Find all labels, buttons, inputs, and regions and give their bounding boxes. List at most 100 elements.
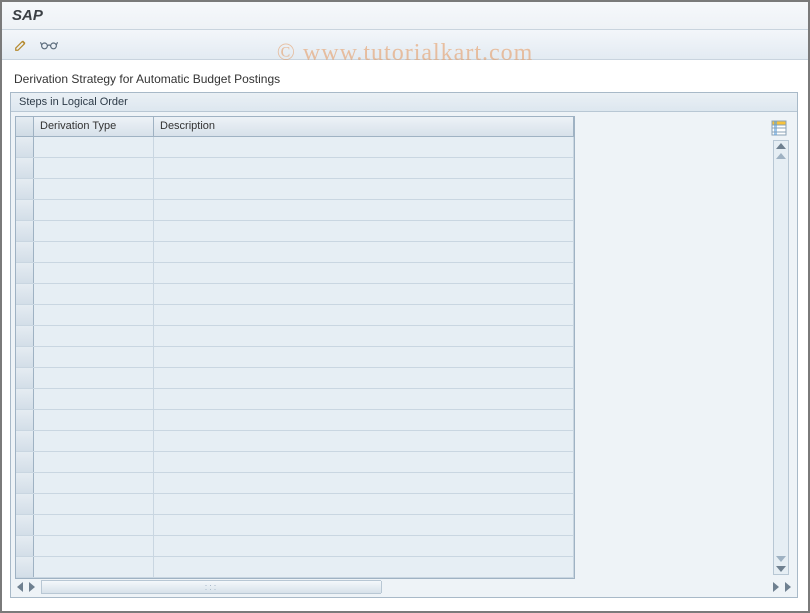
scroll-prev-icon[interactable]: [29, 582, 35, 592]
cell-description[interactable]: [154, 221, 574, 241]
cell-derivation-type[interactable]: [34, 137, 154, 157]
cell-description[interactable]: [154, 347, 574, 367]
cell-derivation-type[interactable]: [34, 368, 154, 388]
table-row[interactable]: [16, 452, 574, 473]
cell-description[interactable]: [154, 305, 574, 325]
cell-description[interactable]: [154, 410, 574, 430]
scroll-page-up-icon[interactable]: [776, 153, 786, 159]
row-selector[interactable]: [16, 242, 34, 262]
table-row[interactable]: [16, 179, 574, 200]
row-selector[interactable]: [16, 389, 34, 409]
cell-description[interactable]: [154, 242, 574, 262]
row-selector[interactable]: [16, 326, 34, 346]
cell-derivation-type[interactable]: [34, 410, 154, 430]
cell-description[interactable]: [154, 179, 574, 199]
cell-description[interactable]: [154, 326, 574, 346]
row-selector[interactable]: [16, 137, 34, 157]
table-row[interactable]: [16, 326, 574, 347]
cell-description[interactable]: [154, 284, 574, 304]
cell-derivation-type[interactable]: [34, 515, 154, 535]
table-row[interactable]: [16, 410, 574, 431]
row-selector[interactable]: [16, 473, 34, 493]
table-row[interactable]: [16, 431, 574, 452]
cell-description[interactable]: [154, 368, 574, 388]
cell-derivation-type[interactable]: [34, 452, 154, 472]
table-row[interactable]: [16, 389, 574, 410]
col-header-description[interactable]: Description: [154, 117, 574, 136]
table-row[interactable]: [16, 305, 574, 326]
row-selector[interactable]: [16, 515, 34, 535]
row-selector[interactable]: [16, 368, 34, 388]
row-selector[interactable]: [16, 305, 34, 325]
scroll-down-icon[interactable]: [776, 566, 786, 572]
glasses-button[interactable]: [38, 34, 60, 56]
cell-derivation-type[interactable]: [34, 326, 154, 346]
row-selector[interactable]: [16, 158, 34, 178]
hscroll-track[interactable]: :::: [41, 580, 381, 594]
cell-derivation-type[interactable]: [34, 473, 154, 493]
row-selector[interactable]: [16, 179, 34, 199]
table-row[interactable]: [16, 137, 574, 158]
cell-description[interactable]: [154, 263, 574, 283]
cell-description[interactable]: [154, 137, 574, 157]
table-row[interactable]: [16, 242, 574, 263]
table-row[interactable]: [16, 263, 574, 284]
table-row[interactable]: [16, 536, 574, 557]
table-row[interactable]: [16, 473, 574, 494]
cell-description[interactable]: [154, 515, 574, 535]
table-row[interactable]: [16, 368, 574, 389]
cell-description[interactable]: [154, 200, 574, 220]
cell-derivation-type[interactable]: [34, 431, 154, 451]
table-row[interactable]: [16, 221, 574, 242]
cell-derivation-type[interactable]: [34, 347, 154, 367]
cell-description[interactable]: [154, 557, 574, 577]
row-selector[interactable]: [16, 263, 34, 283]
cell-derivation-type[interactable]: [34, 200, 154, 220]
cell-derivation-type[interactable]: [34, 158, 154, 178]
cell-description[interactable]: [154, 452, 574, 472]
cell-description[interactable]: [154, 431, 574, 451]
scroll-last-icon[interactable]: [785, 582, 791, 592]
vertical-scrollbar[interactable]: [773, 140, 789, 575]
table-settings-button[interactable]: [771, 120, 787, 136]
table-row[interactable]: [16, 158, 574, 179]
row-selector[interactable]: [16, 410, 34, 430]
scroll-first-icon[interactable]: [17, 582, 23, 592]
cell-derivation-type[interactable]: [34, 242, 154, 262]
row-selector[interactable]: [16, 431, 34, 451]
cell-description[interactable]: [154, 389, 574, 409]
cell-derivation-type[interactable]: [34, 389, 154, 409]
cell-derivation-type[interactable]: [34, 179, 154, 199]
cell-derivation-type[interactable]: [34, 284, 154, 304]
scroll-up-icon[interactable]: [776, 143, 786, 149]
col-header-derivation-type[interactable]: Derivation Type: [34, 117, 154, 136]
table-row[interactable]: [16, 557, 574, 578]
hscroll-thumb[interactable]: :::: [42, 581, 382, 593]
row-selector[interactable]: [16, 536, 34, 556]
table-row[interactable]: [16, 347, 574, 368]
cell-derivation-type[interactable]: [34, 557, 154, 577]
table-row[interactable]: [16, 515, 574, 536]
cell-description[interactable]: [154, 536, 574, 556]
cell-description[interactable]: [154, 494, 574, 514]
cell-derivation-type[interactable]: [34, 263, 154, 283]
row-selector[interactable]: [16, 557, 34, 577]
pencil-button[interactable]: [10, 34, 32, 56]
scroll-next-icon[interactable]: [773, 582, 779, 592]
table-row[interactable]: [16, 494, 574, 515]
cell-derivation-type[interactable]: [34, 536, 154, 556]
cell-description[interactable]: [154, 473, 574, 493]
row-selector[interactable]: [16, 494, 34, 514]
row-selector[interactable]: [16, 221, 34, 241]
cell-derivation-type[interactable]: [34, 221, 154, 241]
cell-description[interactable]: [154, 158, 574, 178]
row-selector[interactable]: [16, 200, 34, 220]
row-selector[interactable]: [16, 284, 34, 304]
scroll-page-down-icon[interactable]: [776, 556, 786, 562]
cell-derivation-type[interactable]: [34, 305, 154, 325]
row-selector[interactable]: [16, 452, 34, 472]
select-all-header[interactable]: [16, 117, 34, 136]
row-selector[interactable]: [16, 347, 34, 367]
table-row[interactable]: [16, 284, 574, 305]
table-row[interactable]: [16, 200, 574, 221]
